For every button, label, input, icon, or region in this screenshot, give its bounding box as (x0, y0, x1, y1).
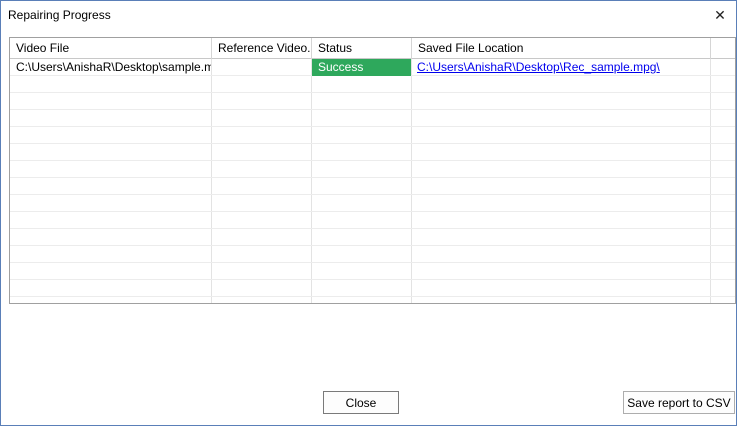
table-row-empty (10, 110, 735, 127)
table-row-empty (10, 127, 735, 144)
cell-video-file: C:\Users\AnishaR\Desktop\sample.mpg (16, 60, 211, 74)
table-row-empty (10, 212, 735, 229)
table-row-empty (10, 93, 735, 110)
table-row[interactable]: C:\Users\AnishaR\Desktop\sample.mpg Succ… (10, 59, 735, 76)
close-button[interactable]: Close (323, 391, 399, 414)
results-table: Video File Reference Video... Status Sav… (9, 37, 736, 304)
column-header-reference-video[interactable]: Reference Video... (212, 38, 312, 59)
title-bar: Repairing Progress ✕ (1, 1, 736, 31)
cell-saved-location: C:\Users\AnishaR\Desktop\Rec_sample.mpg\ (411, 59, 710, 76)
table-row-empty (10, 229, 735, 246)
status-badge: Success (312, 59, 411, 76)
close-icon[interactable]: ✕ (708, 4, 732, 26)
table-row-empty (10, 76, 735, 93)
column-header-status[interactable]: Status (312, 38, 412, 59)
table-row-empty (10, 178, 735, 195)
repairing-progress-dialog: Repairing Progress ✕ Video File Referenc… (0, 0, 737, 426)
cell-reference-video (211, 59, 311, 76)
table-header: Video File Reference Video... Status Sav… (10, 38, 735, 59)
table-row-empty (10, 144, 735, 161)
column-header-empty (711, 38, 735, 59)
table-row-empty (10, 246, 735, 263)
table-row-empty (10, 195, 735, 212)
table-row-empty (10, 280, 735, 297)
dialog-title: Repairing Progress (8, 8, 111, 22)
saved-file-location-link[interactable]: C:\Users\AnishaR\Desktop\Rec_sample.mpg\ (417, 60, 660, 74)
table-row-empty (10, 161, 735, 178)
save-report-csv-button[interactable]: Save report to CSV (623, 391, 735, 414)
column-header-saved-file-location[interactable]: Saved File Location (412, 38, 711, 59)
column-header-video-file[interactable]: Video File (10, 38, 212, 59)
table-row-empty (10, 263, 735, 280)
